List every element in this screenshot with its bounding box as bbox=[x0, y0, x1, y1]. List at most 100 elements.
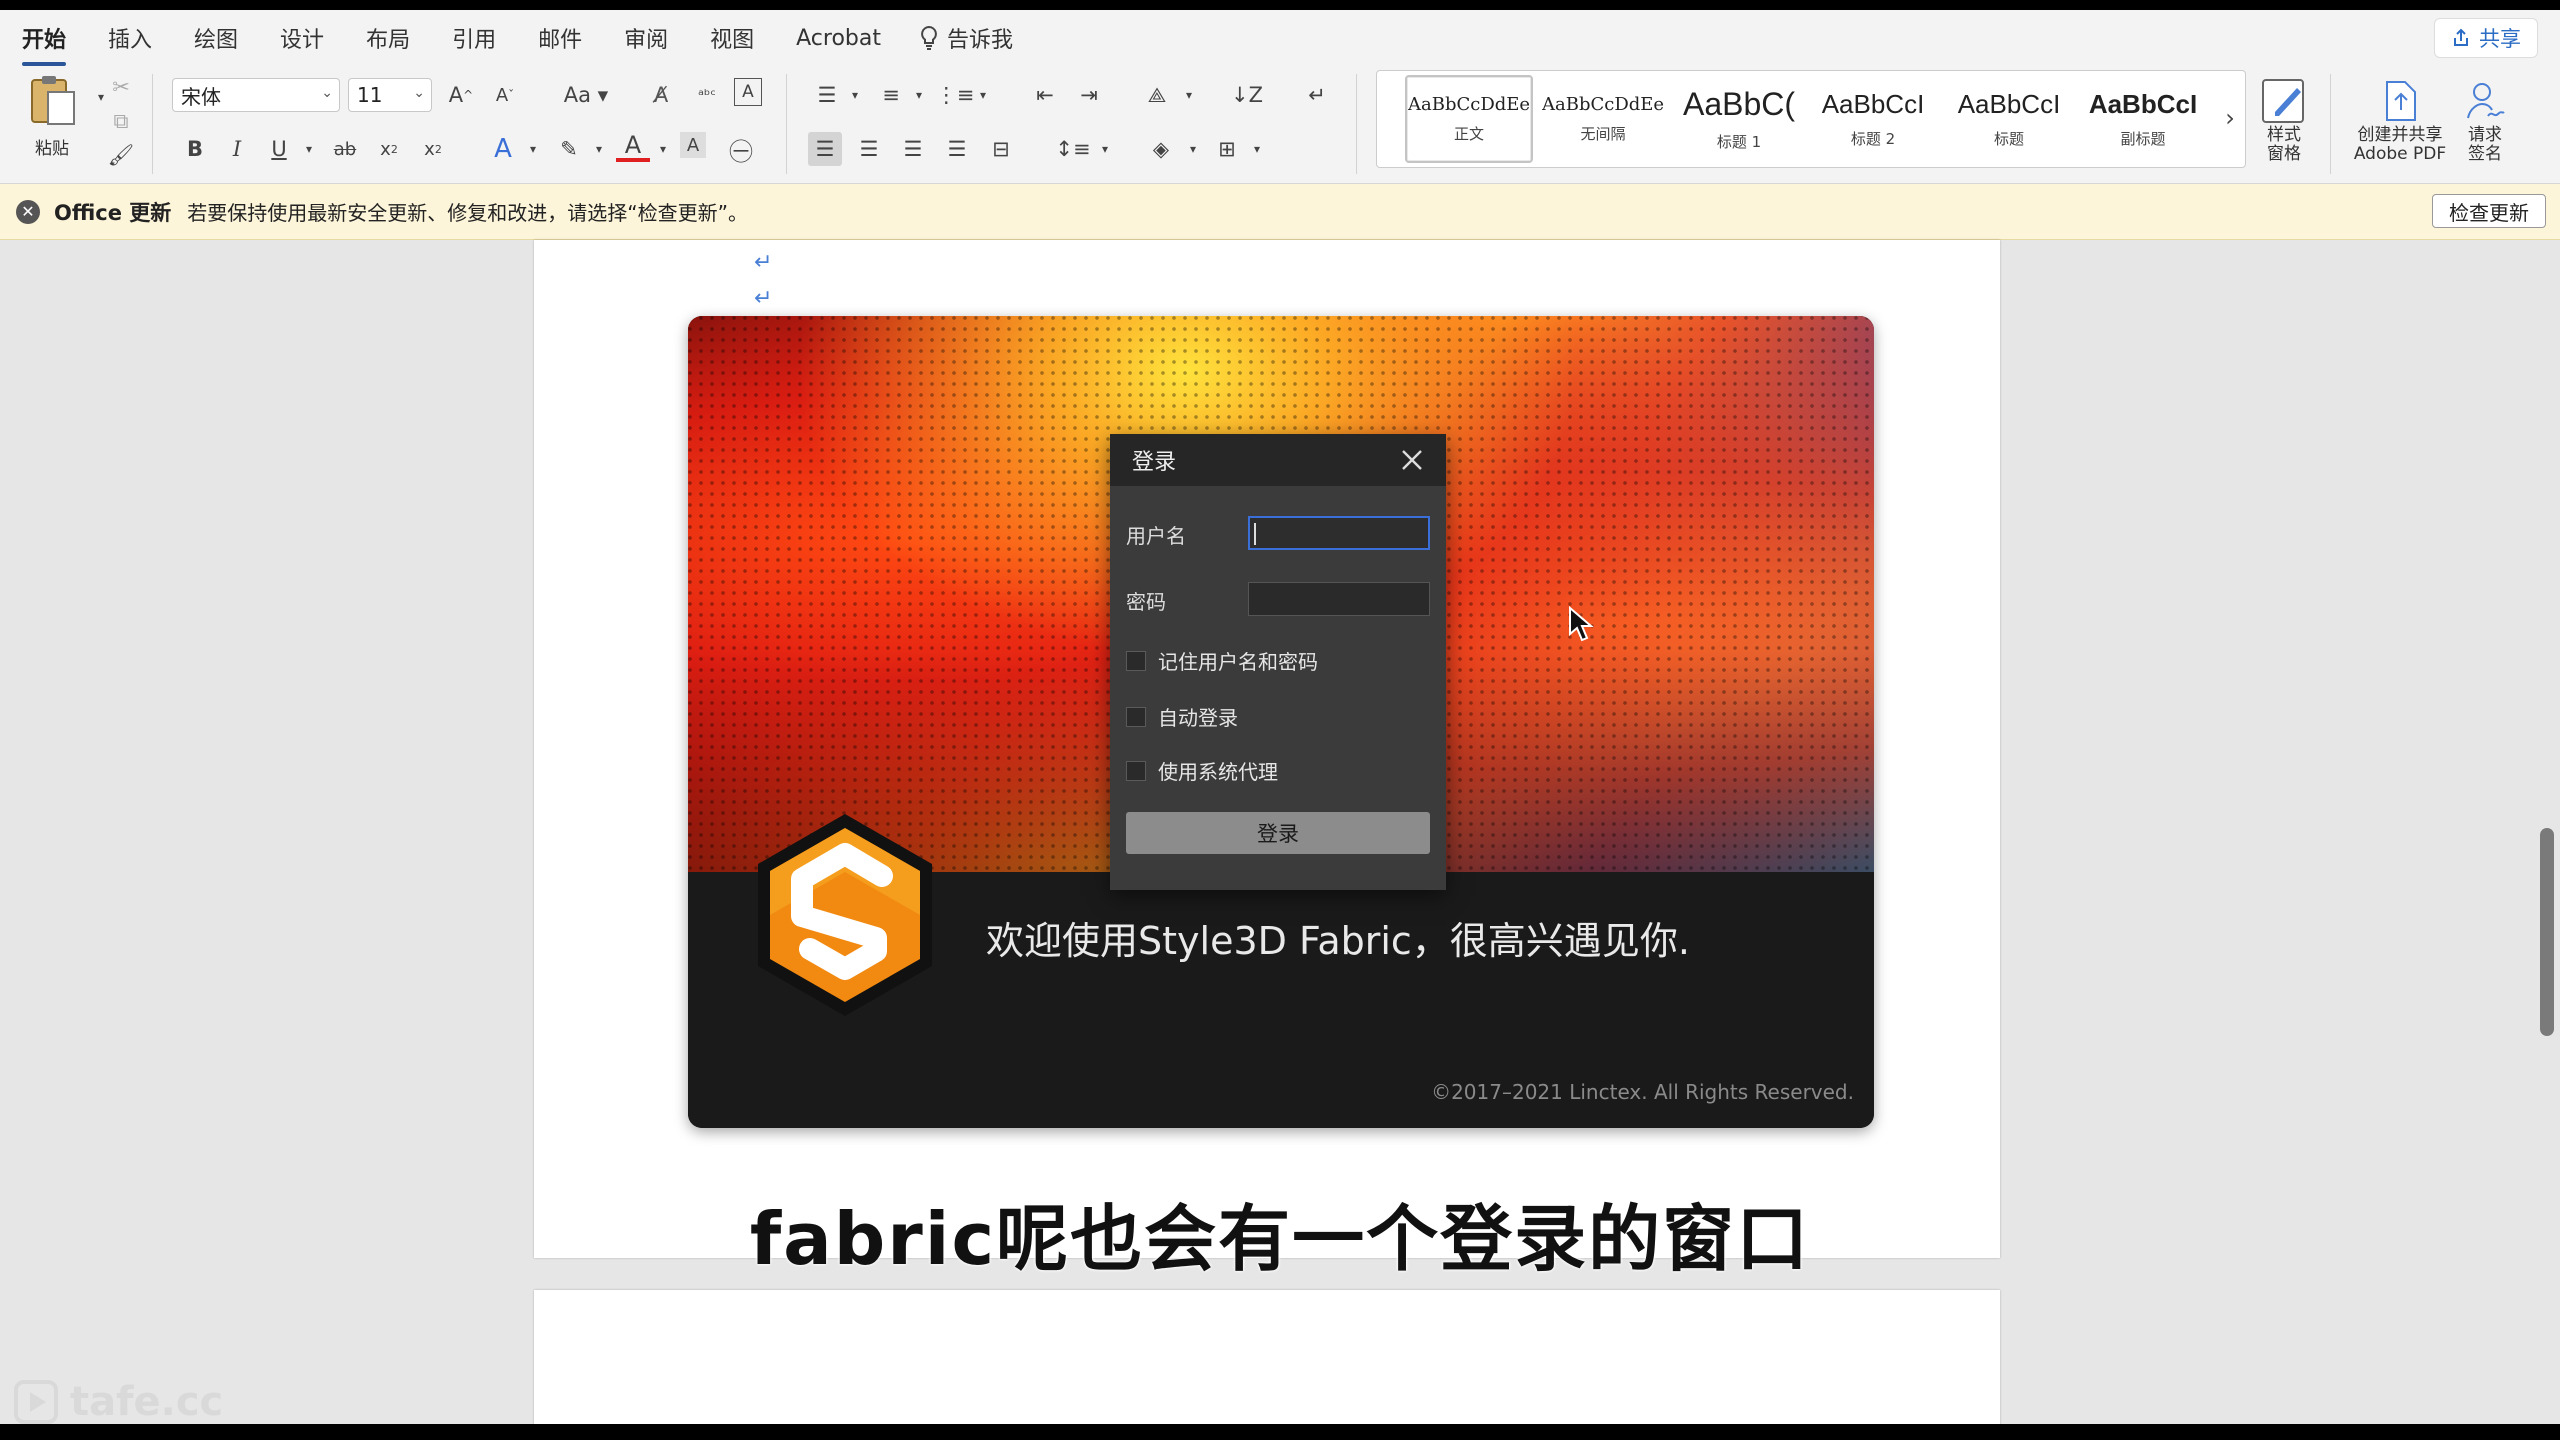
borders-icon[interactable]: ⊞ bbox=[1210, 132, 1244, 166]
check-updates-button[interactable]: 检查更新 bbox=[2432, 194, 2546, 228]
clear-formatting-icon[interactable]: A̸ bbox=[644, 78, 678, 112]
tab-mailings[interactable]: 邮件 bbox=[538, 14, 582, 62]
tab-insert[interactable]: 插入 bbox=[108, 14, 152, 62]
separator bbox=[2330, 74, 2331, 174]
align-center-icon[interactable]: ☰ bbox=[852, 132, 886, 166]
phonetic-guide-icon[interactable]: ᵃᵇᶜ bbox=[690, 78, 724, 112]
tell-me[interactable]: 告诉我 bbox=[919, 22, 1013, 54]
align-left-icon[interactable]: ☰ bbox=[808, 132, 842, 166]
chevron-down-icon[interactable]: ▾ bbox=[516, 132, 550, 166]
paste-button[interactable]: 粘贴 bbox=[22, 72, 82, 172]
tab-acrobat[interactable]: Acrobat bbox=[796, 18, 881, 59]
vertical-scrollbar[interactable] bbox=[2540, 828, 2554, 1036]
decrease-indent-icon[interactable]: ⇤ bbox=[1028, 78, 1062, 112]
increase-indent-icon[interactable]: ⇥ bbox=[1072, 78, 1106, 112]
format-painter-icon[interactable]: 🖌 bbox=[104, 138, 138, 172]
change-case-icon[interactable]: Aa ▾ bbox=[556, 78, 616, 112]
create-share-pdf-button[interactable]: 创建并共享 Adobe PDF bbox=[2344, 76, 2456, 164]
ribbon: 粘贴 ▾ ✂ ⧉ 🖌 宋体 ⌄ 11 ⌄ A ^ Aˇ Aa ▾ A̸ ᵃᵇᶜ A… bbox=[0, 66, 2560, 184]
video-subtitle: fabric呢也会有一个登录的窗口 bbox=[749, 1197, 1811, 1281]
style3d-logo-icon bbox=[758, 814, 932, 1016]
style-title[interactable]: AaBbCcI 标题 bbox=[1945, 75, 2073, 163]
tab-layout[interactable]: 布局 bbox=[366, 14, 410, 62]
justify-icon[interactable]: ☰ bbox=[940, 132, 974, 166]
chevron-down-icon[interactable]: ▾ bbox=[1240, 132, 1274, 166]
character-border-icon[interactable]: A bbox=[734, 78, 762, 106]
chevron-right-icon[interactable]: › bbox=[2213, 101, 2247, 135]
chevron-down-icon[interactable]: ▾ bbox=[646, 132, 680, 166]
login-button[interactable]: 登录 bbox=[1126, 812, 1430, 854]
chevron-down-icon[interactable]: ▾ bbox=[966, 78, 1000, 112]
style-label: 标题 1 bbox=[1716, 133, 1762, 151]
style-heading-1[interactable]: AaBbC( 标题 1 bbox=[1675, 75, 1803, 163]
text-effects-icon[interactable]: A bbox=[486, 132, 520, 166]
remember-checkbox[interactable] bbox=[1126, 650, 1146, 671]
superscript-icon[interactable]: x2 bbox=[416, 132, 450, 166]
chevron-down-icon[interactable]: ▾ bbox=[902, 78, 936, 112]
enclose-characters-icon[interactable]: ㊀ bbox=[724, 132, 758, 166]
tab-design[interactable]: 设计 bbox=[280, 14, 324, 62]
lightbulb-icon bbox=[921, 25, 937, 50]
highlight-icon[interactable]: ✎ bbox=[552, 132, 586, 166]
auto-login-label: 自动登录 bbox=[1158, 706, 1238, 730]
tab-home[interactable]: 开始 bbox=[22, 14, 67, 66]
cut-icon[interactable]: ✂ bbox=[104, 70, 138, 104]
close-icon[interactable] bbox=[1398, 446, 1426, 474]
shrink-font-icon[interactable]: Aˇ bbox=[488, 78, 522, 112]
chevron-down-icon[interactable]: ▾ bbox=[1172, 78, 1206, 112]
copyright-text: ©2017–2021 Linctex. All Rights Reserved. bbox=[1431, 1080, 1854, 1104]
font-size-select[interactable]: 11 ⌄ bbox=[348, 78, 432, 112]
style-heading-2[interactable]: AaBbCcI 标题 2 bbox=[1809, 75, 1937, 163]
strikethrough-icon[interactable]: ab bbox=[328, 132, 362, 166]
asian-layout-icon[interactable]: ⟁ bbox=[1140, 78, 1174, 112]
chevron-down-icon[interactable]: ▾ bbox=[838, 78, 872, 112]
style-subtitle[interactable]: AaBbCcI 副标题 bbox=[2079, 75, 2207, 163]
style-no-spacing[interactable]: AaBbCcDdEe 无间隔 bbox=[1539, 75, 1667, 163]
line-spacing-icon[interactable]: ↕≡ bbox=[1055, 132, 1090, 166]
copy-icon[interactable]: ⧉ bbox=[104, 104, 138, 138]
italic-icon[interactable]: I bbox=[220, 132, 254, 166]
styles-pane-button[interactable]: 样式 窗格 bbox=[2254, 76, 2314, 164]
watermark: tafe.cc bbox=[12, 1378, 223, 1426]
auto-login-checkbox[interactable] bbox=[1126, 706, 1146, 727]
password-input[interactable] bbox=[1248, 582, 1430, 616]
tab-view[interactable]: 视图 bbox=[710, 14, 754, 62]
chevron-down-icon[interactable]: ▾ bbox=[1176, 132, 1210, 166]
play-logo-icon bbox=[14, 1380, 58, 1424]
chevron-down-icon[interactable]: ▾ bbox=[1088, 132, 1122, 166]
close-icon[interactable]: ✕ bbox=[16, 199, 40, 224]
tab-references[interactable]: 引用 bbox=[452, 14, 496, 62]
character-shading-icon[interactable]: A bbox=[680, 132, 706, 158]
inline-screenshot-image[interactable]: 欢迎使用Style3D Fabric，很高兴遇见你. ©2017–2021 Li… bbox=[688, 316, 1874, 1128]
show-marks-icon[interactable]: ↵ bbox=[1300, 78, 1334, 112]
tab-draw[interactable]: 绘图 bbox=[194, 14, 238, 62]
style-sample: AaBbCcI bbox=[2088, 89, 2198, 119]
style-normal[interactable]: AaBbCcDdEe 正文 bbox=[1405, 75, 1533, 163]
sort-icon[interactable]: ↓Z bbox=[1230, 78, 1264, 112]
align-right-icon[interactable]: ☰ bbox=[896, 132, 930, 166]
distributed-icon[interactable]: ⊟ bbox=[984, 132, 1018, 166]
document-page-2[interactable] bbox=[534, 1290, 2000, 1440]
proxy-checkbox-row[interactable]: 使用系统代理 bbox=[1126, 756, 1278, 785]
auto-login-checkbox-row[interactable]: 自动登录 bbox=[1126, 702, 1238, 731]
proxy-checkbox[interactable] bbox=[1126, 760, 1146, 781]
font-name-select[interactable]: 宋体 ⌄ bbox=[172, 78, 340, 112]
remember-checkbox-row[interactable]: 记住用户名和密码 bbox=[1126, 646, 1318, 675]
style-sample: AaBbCcI bbox=[1957, 89, 2061, 119]
tab-review[interactable]: 审阅 bbox=[624, 14, 668, 62]
paragraph-mark-icon: ↵ bbox=[754, 250, 773, 275]
style-label: 无间隔 bbox=[1580, 125, 1626, 143]
request-signature-button[interactable]: 请求 签名 bbox=[2458, 76, 2512, 164]
grow-font-icon[interactable]: A ^ bbox=[444, 78, 478, 112]
shading-icon[interactable]: ◈ bbox=[1144, 132, 1178, 166]
underline-icon[interactable]: U bbox=[262, 132, 296, 166]
username-input[interactable] bbox=[1248, 516, 1430, 550]
chevron-down-icon[interactable]: ▾ bbox=[582, 132, 616, 166]
subscript-icon[interactable]: x2 bbox=[372, 132, 406, 166]
pdf-share-icon bbox=[2386, 81, 2416, 121]
share-button[interactable]: 共享 bbox=[2434, 18, 2538, 58]
bold-icon[interactable]: B bbox=[178, 132, 212, 166]
font-color-icon[interactable]: A bbox=[616, 131, 650, 162]
document-page[interactable]: ↵ ↵ 欢迎使用Style3D Fabric，很高兴遇见你. ©2017–202… bbox=[534, 240, 2000, 1258]
chevron-down-icon[interactable]: ▾ bbox=[292, 132, 326, 166]
